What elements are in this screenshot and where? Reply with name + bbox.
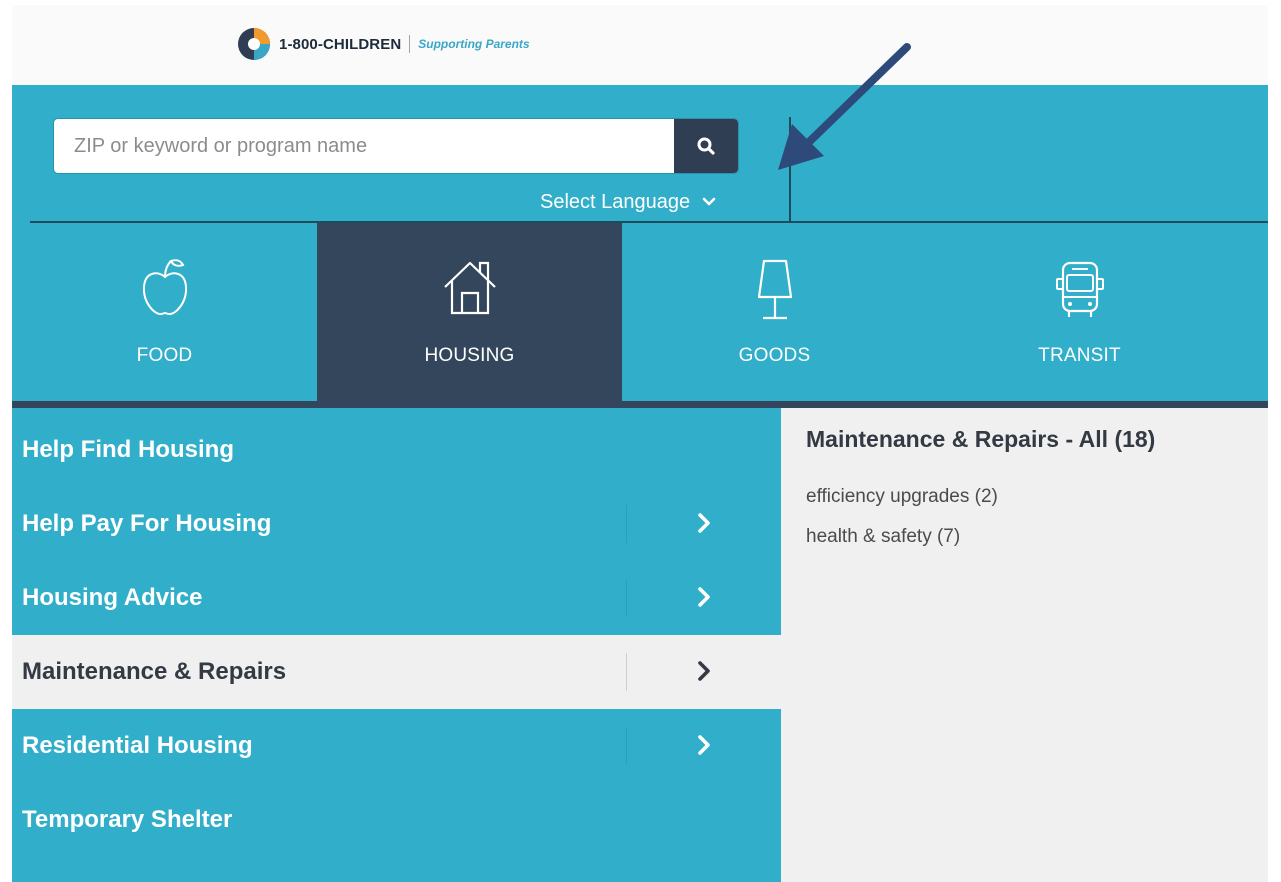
house-icon [443,261,496,315]
vertical-divider [789,117,791,223]
search-icon [697,137,715,155]
subcategory-maintenance-repairs[interactable]: Maintenance & Repairs [12,635,781,709]
search-input[interactable] [54,119,674,173]
subcategory-housing-advice[interactable]: Housing Advice [12,561,781,635]
chevron-right-icon [698,587,710,607]
category-goods[interactable]: GOODS [622,223,927,401]
subcategory-temporary-shelter[interactable]: Temporary Shelter [12,783,781,857]
category-underline [12,401,1268,408]
site-header: 1-800-CHILDREN Supporting Parents [12,5,1268,85]
chevron-right-icon [698,661,710,681]
category-nav: FOOD HOUSING GOODS TRANSIT [12,223,1268,401]
panel-item-efficiency-upgrades[interactable]: efficiency upgrades (2) [806,486,998,508]
subcategory-help-find-housing[interactable]: Help Find Housing [12,413,781,487]
category-label: FOOD [136,345,193,366]
category-label: GOODS [738,345,811,366]
lamp-icon [757,259,792,320]
subcategory-label: Temporary Shelter [22,806,233,833]
row-divider [626,653,627,691]
search-box [54,119,738,173]
subcategory-help-pay-for-housing[interactable]: Help Pay For Housing [12,487,781,561]
row-divider [626,505,627,543]
category-housing[interactable]: HOUSING [317,223,622,401]
row-divider [626,579,627,617]
panel-item-health-safety[interactable]: health & safety (7) [806,526,960,548]
brand-mark-icon [238,28,270,60]
subcategory-label: Housing Advice [22,584,203,611]
search-band: Select Language [12,85,1268,223]
chevron-right-icon [698,513,710,533]
search-button[interactable] [674,119,738,173]
language-selector[interactable]: Select Language [540,189,716,215]
category-label: HOUSING [424,345,515,366]
chevron-right-icon [698,735,710,755]
subcategory-list: Help Find Housing Help Pay For Housing H… [12,408,781,882]
category-food[interactable]: FOOD [12,223,317,401]
subcategory-label: Residential Housing [22,732,253,759]
brand-separator [409,35,411,53]
subcategory-label: Help Find Housing [22,436,234,463]
apple-icon [142,259,187,315]
brand-name: 1-800-CHILDREN [279,35,402,53]
category-transit[interactable]: TRANSIT [927,223,1232,401]
brand-logo[interactable]: 1-800-CHILDREN Supporting Parents [237,27,530,61]
brand-tagline: Supporting Parents [418,37,530,51]
language-label: Select Language [540,190,691,213]
subcategory-residential-housing[interactable]: Residential Housing [12,709,781,783]
chevron-down-icon [702,197,716,206]
bus-icon [1055,261,1104,317]
subcategory-label: Help Pay For Housing [22,510,272,537]
subcategory-label: Maintenance & Repairs [22,658,287,685]
row-divider [626,727,627,765]
app-frame: 1-800-CHILDREN Supporting Parents Select… [12,5,1268,882]
panel-title: Maintenance & Repairs - All (18) [806,426,1156,452]
category-label: TRANSIT [1038,345,1121,366]
